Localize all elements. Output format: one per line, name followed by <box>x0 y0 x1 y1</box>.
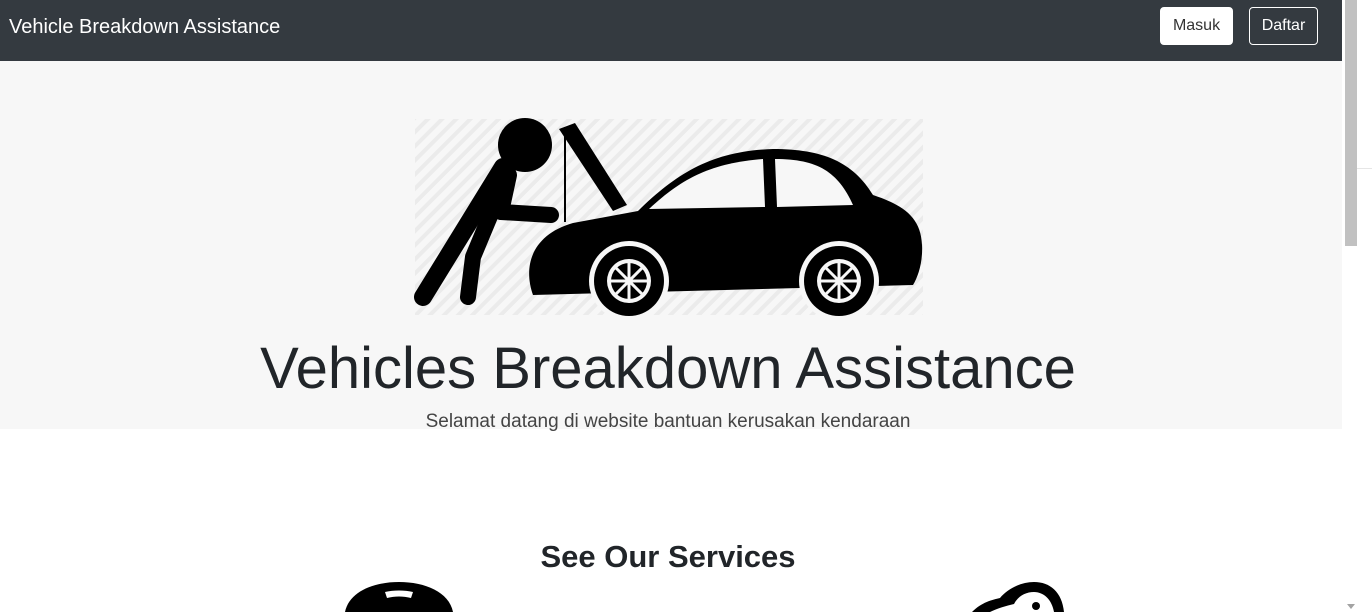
top-navbar: Vehicle Breakdown Assistance Masuk Dafta… <box>0 0 1342 61</box>
scrollbar-divider <box>1355 168 1372 169</box>
services-heading: See Our Services <box>540 539 796 574</box>
wrench-service-icon <box>972 582 1064 612</box>
scroll-down-arrow-icon[interactable] <box>1346 602 1356 612</box>
phone-service-icon <box>345 582 453 612</box>
mechanic-repairing-car-icon <box>414 118 923 317</box>
login-button[interactable]: Masuk <box>1160 7 1233 45</box>
hero-section: Vehicles Breakdown Assistance Selamat da… <box>0 61 1342 432</box>
register-button[interactable]: Daftar <box>1249 7 1318 45</box>
hero-title: Vehicles Breakdown Assistance <box>260 336 1076 401</box>
hero-subtitle: Selamat datang di website bantuan kerusa… <box>425 411 911 432</box>
brand-link[interactable]: Vehicle Breakdown Assistance <box>9 15 280 39</box>
scrollbar-thumb[interactable] <box>1345 0 1357 246</box>
